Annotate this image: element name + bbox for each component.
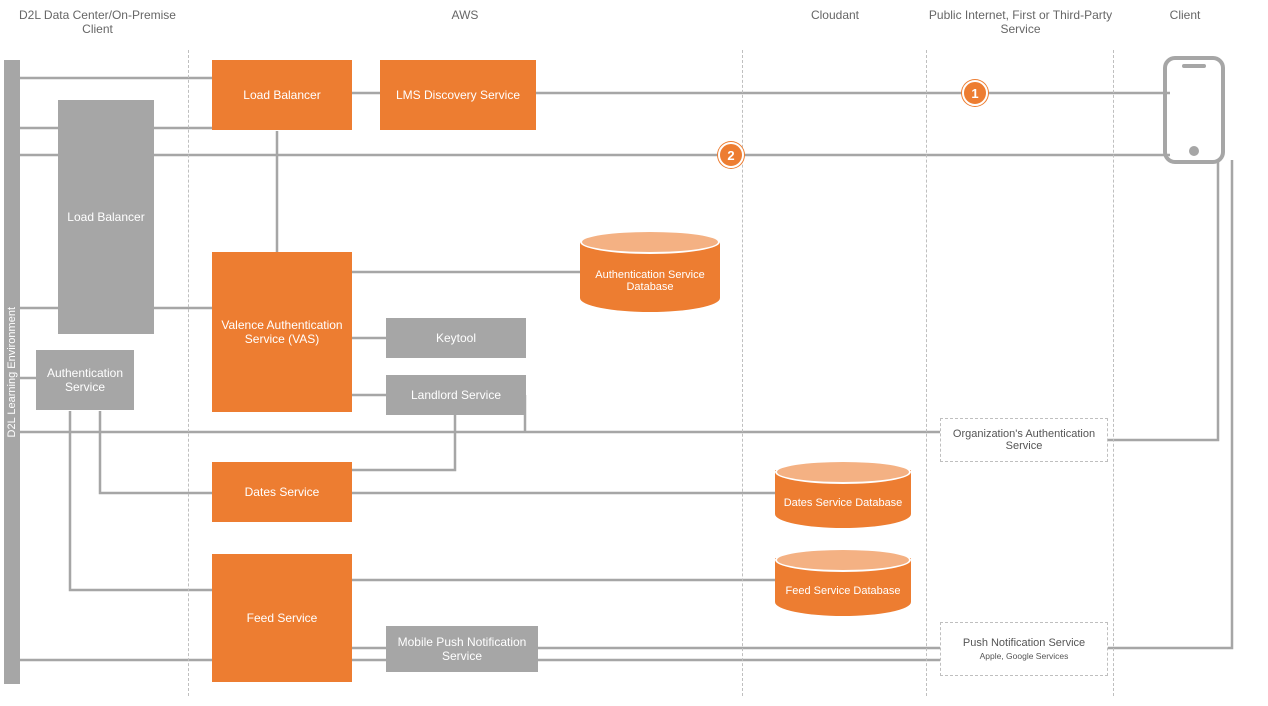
feed-service: Feed Service — [212, 554, 352, 682]
dates-database-label: Dates Service Database — [784, 497, 903, 509]
col-header-d2l: D2L Data Center/On-Premise Client — [10, 8, 185, 36]
divider-3 — [926, 50, 927, 696]
d2l-env-bar: D2L Learning Environment — [4, 60, 20, 684]
d2l-env-label: D2L Learning Environment — [6, 307, 18, 437]
push-sublabel: Apple, Google Services — [980, 651, 1069, 661]
landlord: Landlord Service — [386, 375, 526, 415]
push-notification-service: Push Notification Service Apple, Google … — [940, 622, 1108, 676]
auth-service-onprem: Authentication Service — [36, 350, 134, 410]
feed-database-label: Feed Service Database — [786, 585, 901, 597]
col-header-cloudant: Cloudant — [745, 8, 925, 22]
mobile-push: Mobile Push Notification Service — [386, 626, 538, 672]
auth-database-label: Authentication Service Database — [580, 269, 720, 293]
col-header-client: Client — [1115, 8, 1255, 22]
auth-database: Authentication Service Database — [580, 230, 720, 312]
col-header-public: Public Internet, First or Third-Party Se… — [928, 8, 1113, 36]
vas: Valence Authentication Service (VAS) — [212, 252, 352, 412]
dates-database: Dates Service Database — [775, 460, 911, 528]
col-header-aws: AWS — [190, 8, 740, 22]
feed-database: Feed Service Database — [775, 548, 911, 616]
divider-2 — [742, 50, 743, 696]
load-balancer-onprem: Load Balancer — [58, 100, 154, 334]
connector-lines — [0, 0, 1268, 706]
phone-icon — [1162, 55, 1226, 165]
dates-service: Dates Service — [212, 462, 352, 522]
divider-1 — [188, 50, 189, 696]
push-label: Push Notification Service — [963, 637, 1085, 649]
lms-discovery: LMS Discovery Service — [380, 60, 536, 130]
org-auth-service: Organization's Authentication Service — [940, 418, 1108, 462]
divider-4 — [1113, 50, 1114, 696]
marker-1: 1 — [962, 80, 988, 106]
keytool: Keytool — [386, 318, 526, 358]
org-auth-label: Organization's Authentication Service — [945, 428, 1103, 452]
marker-2: 2 — [718, 142, 744, 168]
load-balancer-aws: Load Balancer — [212, 60, 352, 130]
